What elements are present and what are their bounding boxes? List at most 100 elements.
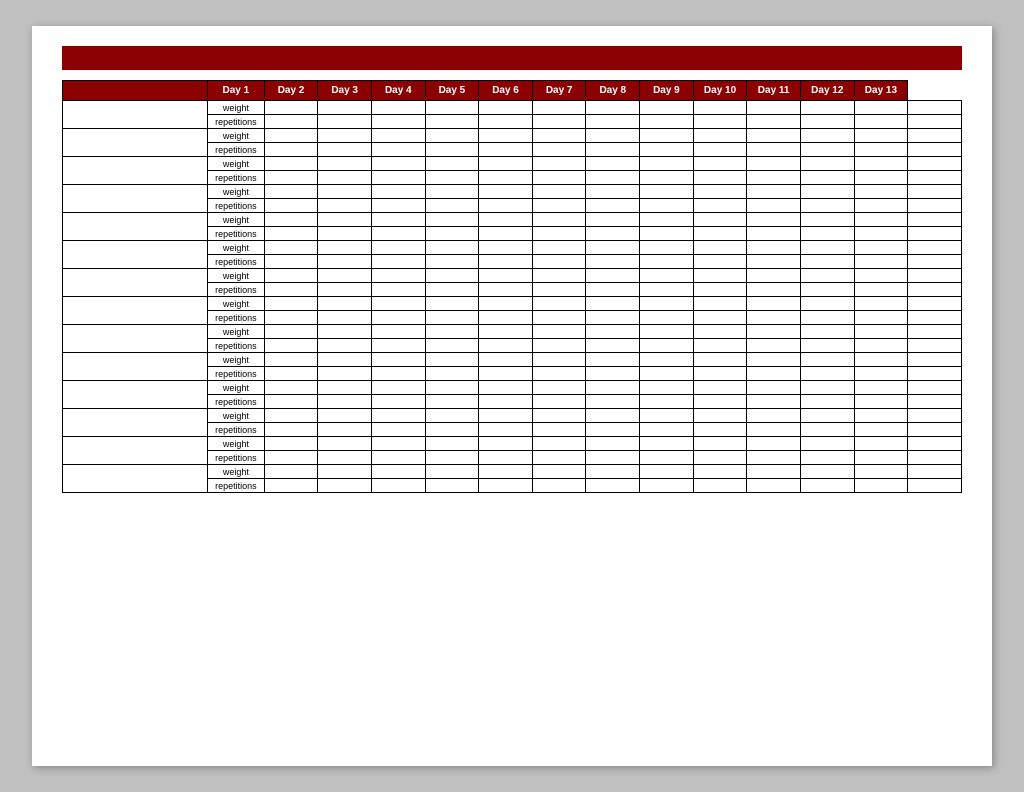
reps-data-cell[interactable] bbox=[264, 227, 318, 241]
reps-data-cell[interactable] bbox=[800, 367, 854, 381]
reps-data-cell[interactable] bbox=[586, 367, 640, 381]
weight-data-cell[interactable] bbox=[425, 465, 479, 479]
weight-data-cell[interactable] bbox=[854, 297, 908, 311]
reps-data-cell[interactable] bbox=[747, 255, 801, 269]
weight-data-cell[interactable] bbox=[586, 353, 640, 367]
reps-data-cell[interactable] bbox=[425, 227, 479, 241]
reps-data-cell[interactable] bbox=[800, 227, 854, 241]
weight-data-cell[interactable] bbox=[479, 297, 533, 311]
weight-data-cell[interactable] bbox=[264, 409, 318, 423]
weight-data-cell[interactable] bbox=[371, 269, 425, 283]
reps-data-cell[interactable] bbox=[693, 339, 747, 353]
weight-data-cell[interactable] bbox=[532, 213, 586, 227]
reps-data-cell[interactable] bbox=[640, 171, 694, 185]
weight-data-cell[interactable] bbox=[425, 129, 479, 143]
reps-data-cell[interactable] bbox=[586, 199, 640, 213]
weight-data-cell[interactable] bbox=[586, 409, 640, 423]
reps-data-cell[interactable] bbox=[318, 255, 372, 269]
weight-data-cell[interactable] bbox=[908, 157, 962, 171]
reps-data-cell[interactable] bbox=[479, 367, 533, 381]
weight-data-cell[interactable] bbox=[532, 465, 586, 479]
reps-data-cell[interactable] bbox=[371, 283, 425, 297]
reps-data-cell[interactable] bbox=[693, 423, 747, 437]
weight-data-cell[interactable] bbox=[800, 185, 854, 199]
reps-data-cell[interactable] bbox=[747, 395, 801, 409]
weight-data-cell[interactable] bbox=[479, 353, 533, 367]
weight-data-cell[interactable] bbox=[425, 409, 479, 423]
reps-data-cell[interactable] bbox=[425, 199, 479, 213]
reps-data-cell[interactable] bbox=[854, 255, 908, 269]
reps-data-cell[interactable] bbox=[747, 143, 801, 157]
weight-data-cell[interactable] bbox=[371, 465, 425, 479]
reps-data-cell[interactable] bbox=[747, 283, 801, 297]
reps-data-cell[interactable] bbox=[532, 479, 586, 493]
reps-data-cell[interactable] bbox=[425, 423, 479, 437]
exercise-name-cell[interactable] bbox=[63, 185, 208, 213]
weight-data-cell[interactable] bbox=[800, 409, 854, 423]
reps-data-cell[interactable] bbox=[371, 227, 425, 241]
weight-data-cell[interactable] bbox=[693, 213, 747, 227]
weight-data-cell[interactable] bbox=[318, 157, 372, 171]
reps-data-cell[interactable] bbox=[371, 143, 425, 157]
reps-data-cell[interactable] bbox=[371, 423, 425, 437]
reps-data-cell[interactable] bbox=[586, 171, 640, 185]
reps-data-cell[interactable] bbox=[318, 367, 372, 381]
reps-data-cell[interactable] bbox=[800, 311, 854, 325]
weight-data-cell[interactable] bbox=[586, 101, 640, 115]
reps-data-cell[interactable] bbox=[693, 227, 747, 241]
weight-data-cell[interactable] bbox=[854, 465, 908, 479]
weight-data-cell[interactable] bbox=[800, 213, 854, 227]
weight-data-cell[interactable] bbox=[371, 409, 425, 423]
reps-data-cell[interactable] bbox=[693, 283, 747, 297]
weight-data-cell[interactable] bbox=[747, 297, 801, 311]
weight-data-cell[interactable] bbox=[264, 101, 318, 115]
reps-data-cell[interactable] bbox=[747, 171, 801, 185]
reps-data-cell[interactable] bbox=[908, 451, 962, 465]
weight-data-cell[interactable] bbox=[318, 269, 372, 283]
reps-data-cell[interactable] bbox=[264, 339, 318, 353]
weight-data-cell[interactable] bbox=[586, 213, 640, 227]
weight-data-cell[interactable] bbox=[908, 185, 962, 199]
reps-data-cell[interactable] bbox=[425, 255, 479, 269]
weight-data-cell[interactable] bbox=[908, 213, 962, 227]
reps-data-cell[interactable] bbox=[640, 367, 694, 381]
reps-data-cell[interactable] bbox=[425, 143, 479, 157]
reps-data-cell[interactable] bbox=[854, 367, 908, 381]
weight-data-cell[interactable] bbox=[693, 381, 747, 395]
weight-data-cell[interactable] bbox=[908, 297, 962, 311]
reps-data-cell[interactable] bbox=[318, 227, 372, 241]
exercise-name-cell[interactable] bbox=[63, 213, 208, 241]
weight-data-cell[interactable] bbox=[586, 185, 640, 199]
weight-data-cell[interactable] bbox=[532, 129, 586, 143]
reps-data-cell[interactable] bbox=[854, 283, 908, 297]
reps-data-cell[interactable] bbox=[908, 227, 962, 241]
weight-data-cell[interactable] bbox=[908, 409, 962, 423]
reps-data-cell[interactable] bbox=[586, 143, 640, 157]
reps-data-cell[interactable] bbox=[318, 283, 372, 297]
reps-data-cell[interactable] bbox=[318, 199, 372, 213]
weight-data-cell[interactable] bbox=[371, 297, 425, 311]
reps-data-cell[interactable] bbox=[854, 423, 908, 437]
weight-data-cell[interactable] bbox=[800, 129, 854, 143]
weight-data-cell[interactable] bbox=[693, 129, 747, 143]
weight-data-cell[interactable] bbox=[800, 269, 854, 283]
reps-data-cell[interactable] bbox=[318, 115, 372, 129]
weight-data-cell[interactable] bbox=[854, 185, 908, 199]
weight-data-cell[interactable] bbox=[371, 185, 425, 199]
weight-data-cell[interactable] bbox=[371, 157, 425, 171]
reps-data-cell[interactable] bbox=[640, 395, 694, 409]
reps-data-cell[interactable] bbox=[479, 339, 533, 353]
weight-data-cell[interactable] bbox=[640, 353, 694, 367]
reps-data-cell[interactable] bbox=[532, 199, 586, 213]
weight-data-cell[interactable] bbox=[640, 381, 694, 395]
exercise-name-cell[interactable] bbox=[63, 297, 208, 325]
reps-data-cell[interactable] bbox=[854, 115, 908, 129]
reps-data-cell[interactable] bbox=[586, 255, 640, 269]
reps-data-cell[interactable] bbox=[854, 451, 908, 465]
weight-data-cell[interactable] bbox=[371, 213, 425, 227]
weight-data-cell[interactable] bbox=[371, 353, 425, 367]
reps-data-cell[interactable] bbox=[264, 143, 318, 157]
weight-data-cell[interactable] bbox=[854, 213, 908, 227]
weight-data-cell[interactable] bbox=[264, 325, 318, 339]
reps-data-cell[interactable] bbox=[264, 451, 318, 465]
